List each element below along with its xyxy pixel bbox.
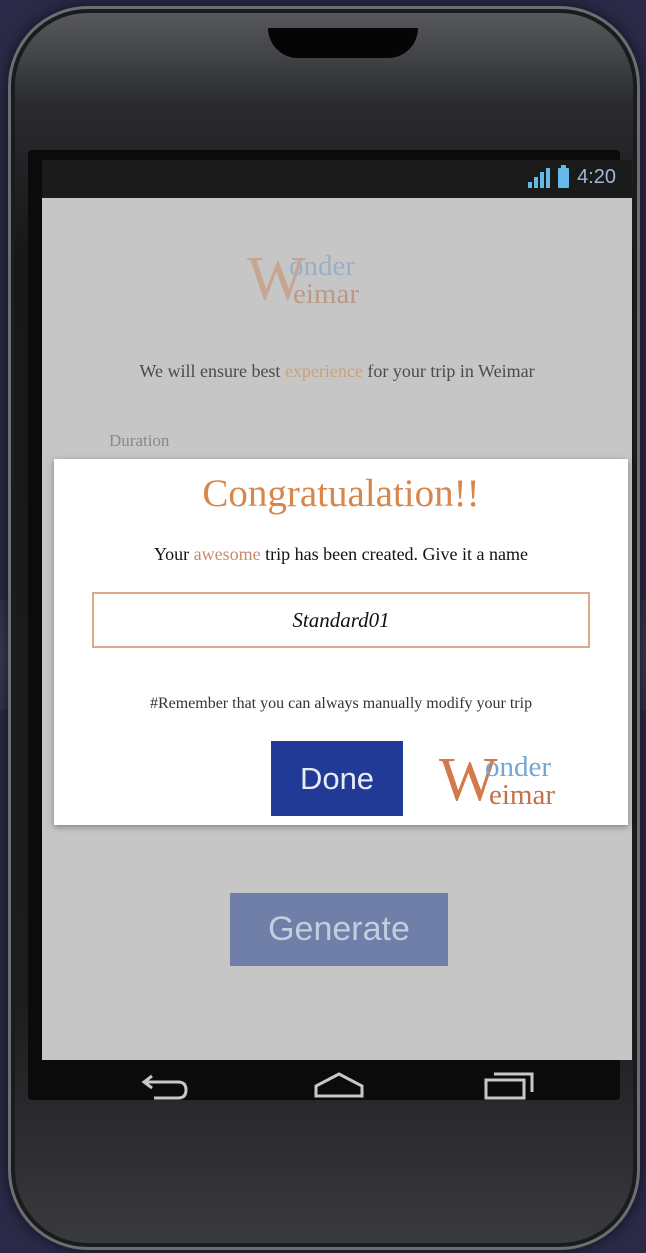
remember-note: #Remember that you can always manually m… [149, 695, 533, 712]
duration-label: Duration [109, 431, 170, 450]
trip-name-input[interactable] [92, 592, 590, 648]
generate-button[interactable]: Generate [230, 893, 448, 966]
battery-icon [558, 164, 570, 188]
recents-icon[interactable] [482, 1068, 538, 1104]
earpiece [268, 28, 418, 58]
status-time: 4:20 [577, 166, 616, 188]
done-button[interactable]: Done [271, 741, 403, 816]
logo-onder: onder [289, 250, 356, 282]
back-icon[interactable] [140, 1068, 192, 1104]
trip-created-dialog: Congratualation!! Your awesome trip has … [54, 459, 628, 825]
logo-onder: onder [485, 751, 552, 783]
dialog-title: Congratualation!! [202, 472, 480, 515]
logo-eimar: eimar [489, 779, 556, 811]
dialog-wonder-weimar-logo: W onder eimar [439, 749, 619, 815]
status-bar: 4:20 [42, 160, 632, 198]
logo-eimar: eimar [293, 278, 360, 310]
home-icon[interactable] [310, 1068, 368, 1104]
dialog-message: Your awesome trip has been created. Give… [153, 544, 529, 564]
tagline: We will ensure best experience for your … [139, 361, 535, 381]
wonder-weimar-logo: W onder eimar [247, 248, 427, 318]
navigation-bar [42, 1060, 632, 1115]
signal-icon [528, 167, 551, 188]
